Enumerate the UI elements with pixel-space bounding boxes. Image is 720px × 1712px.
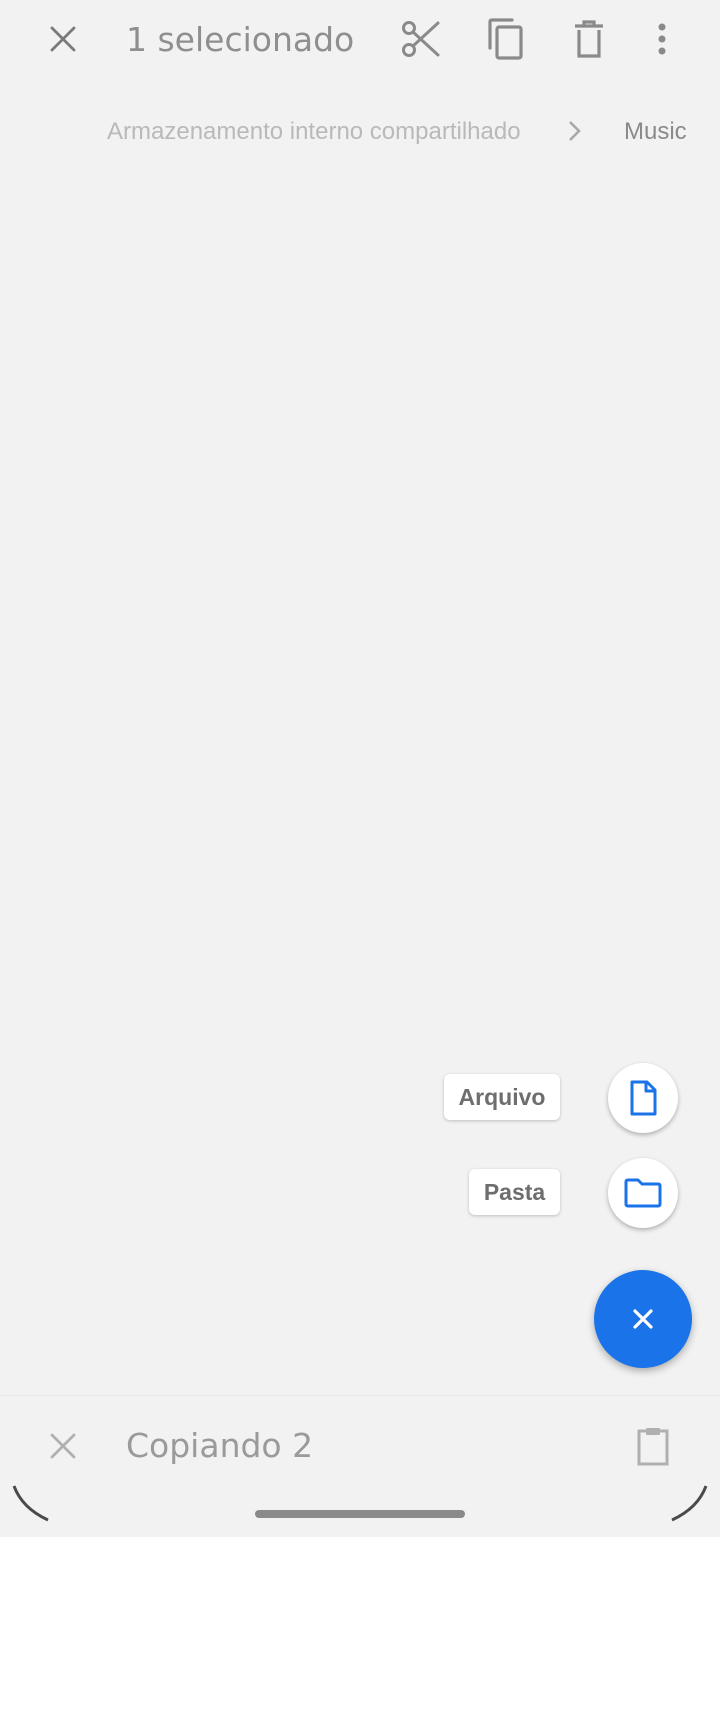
new-file-button[interactable] [608,1063,678,1133]
copy-icon [488,18,523,60]
paste-button[interactable] [628,1421,678,1471]
cut-button[interactable] [396,14,446,64]
more-vert-icon [658,23,666,55]
new-folder-label[interactable]: Pasta [469,1169,560,1215]
copy-status-title: Copiando 2 [126,1426,314,1465]
cancel-copy-button[interactable] [38,1421,88,1471]
folder-icon [624,1178,662,1208]
copy-button[interactable] [480,14,530,64]
selection-toolbar: 1 selecionado [0,0,720,80]
delete-button[interactable] [564,14,614,64]
selection-count-title: 1 selecionado [126,20,355,59]
close-icon [633,1309,653,1329]
screen-corner-left [12,1485,49,1522]
breadcrumb-current[interactable]: Music [624,118,687,146]
file-manager-screen: 1 selecionado Armazenamento interno comp… [0,0,720,1537]
new-file-label[interactable]: Arquivo [444,1074,560,1120]
clipboard-icon [637,1428,669,1466]
speed-dial-close-button[interactable] [594,1270,692,1368]
delete-icon [575,20,603,58]
cut-icon [402,21,440,57]
copy-status-bar: Copiando 2 [0,1395,720,1496]
close-selection-button[interactable] [38,14,88,64]
breadcrumb-root[interactable]: Armazenamento interno compartilhado [107,118,521,146]
close-icon [50,1433,76,1459]
close-icon [50,26,76,52]
file-icon [630,1080,657,1116]
chevron-right-icon [565,118,585,149]
more-options-button[interactable] [640,14,684,64]
new-folder-button[interactable] [608,1158,678,1228]
breadcrumb: Armazenamento interno compartilhado Musi… [0,108,720,154]
screen-corner-right [671,1485,708,1522]
home-indicator[interactable] [255,1510,465,1518]
